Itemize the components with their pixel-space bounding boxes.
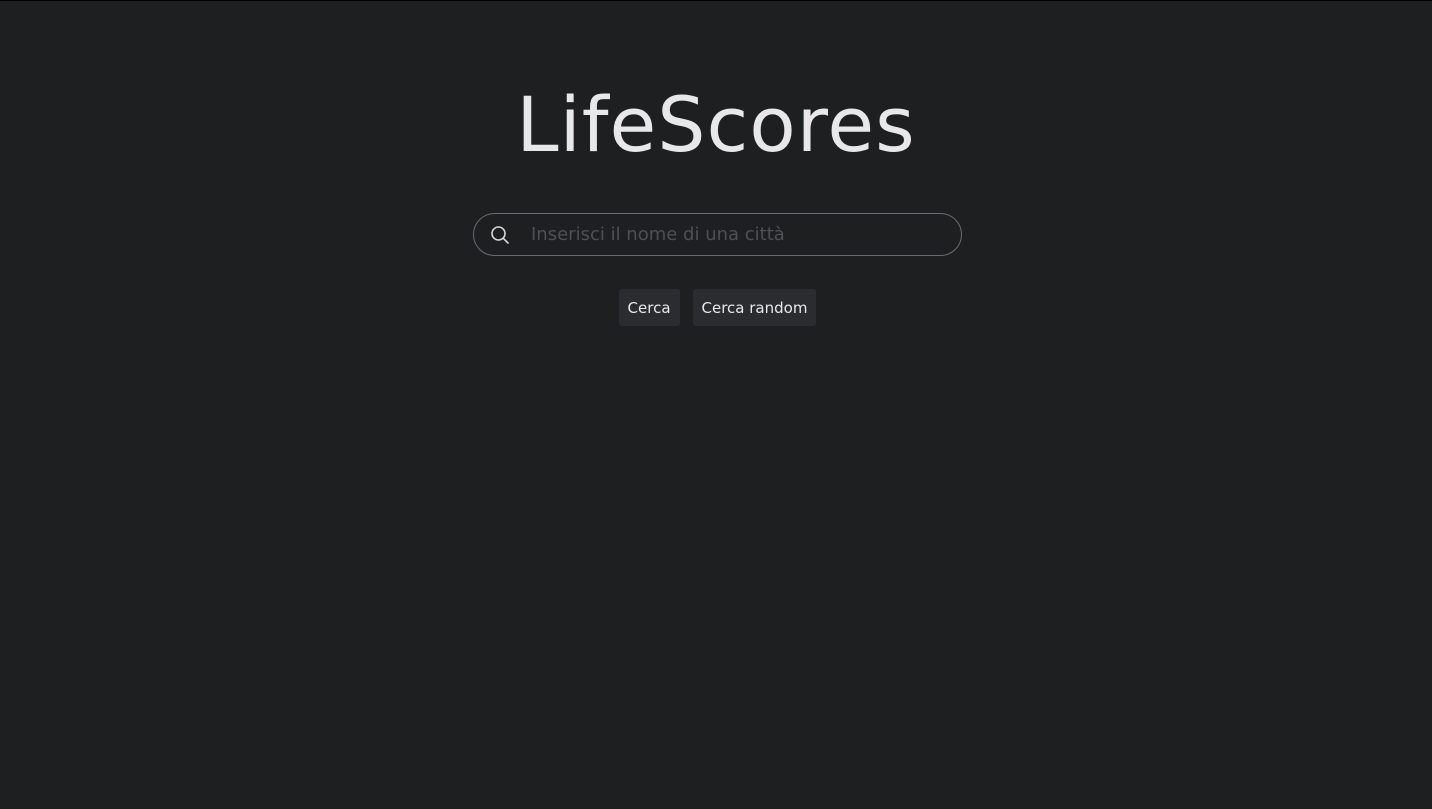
app-title: LifeScores [516,80,916,169]
search-icon [489,224,511,246]
page: LifeScores Cerca Cerca random [0,0,1432,809]
top-border [0,0,1432,1]
random-search-button[interactable]: Cerca random [692,289,817,326]
search-button[interactable]: Cerca [618,289,680,326]
search-input[interactable] [531,219,945,250]
action-buttons: Cerca Cerca random [0,289,1432,326]
search-box[interactable] [473,213,962,256]
